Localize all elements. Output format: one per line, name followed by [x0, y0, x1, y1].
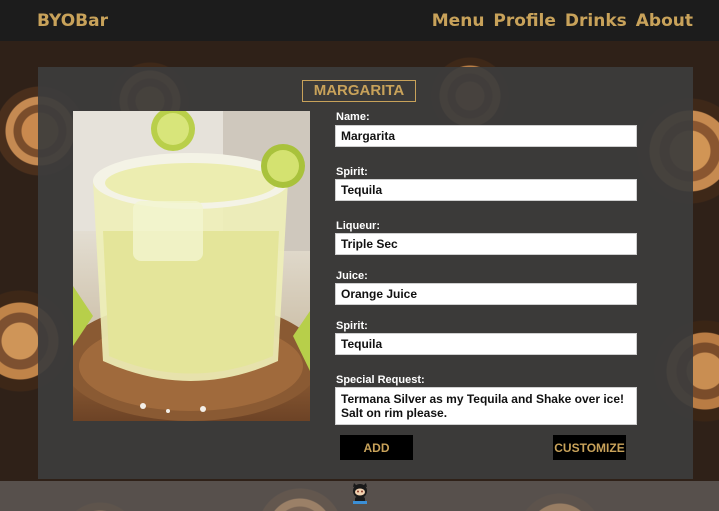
nav-menu[interactable]: Menu: [432, 11, 485, 31]
label-juice: Juice:: [336, 270, 368, 282]
customize-button[interactable]: CUSTOMIZE: [553, 435, 626, 460]
nav-about[interactable]: About: [636, 11, 693, 31]
label-liqueur: Liqueur:: [336, 220, 380, 232]
liqueur-field[interactable]: Triple Sec: [335, 233, 637, 255]
add-button[interactable]: ADD: [340, 435, 413, 460]
drink-photo: [73, 111, 310, 421]
brand-logo[interactable]: BYOBar: [37, 11, 108, 31]
name-field[interactable]: Margarita: [335, 125, 637, 147]
github-octocat-icon[interactable]: [350, 483, 370, 509]
top-navbar: BYOBar Menu Profile Drinks About: [0, 0, 719, 41]
juice-field[interactable]: Orange Juice: [335, 283, 637, 305]
nav-profile[interactable]: Profile: [493, 11, 555, 31]
drink-title: MARGARITA: [302, 80, 416, 102]
special-request-field[interactable]: Termana Silver as my Tequila and Shake o…: [335, 387, 637, 425]
margarita-image: [73, 111, 310, 421]
label-spirit: Spirit:: [336, 166, 368, 178]
label-name: Name:: [336, 111, 370, 123]
spirit-field[interactable]: Tequila: [335, 179, 637, 201]
main-nav: Menu Profile Drinks About: [432, 11, 693, 31]
nav-drinks[interactable]: Drinks: [565, 11, 627, 31]
label-special-request: Special Request:: [336, 374, 425, 386]
spirit-field-2[interactable]: Tequila: [335, 333, 637, 355]
footer: [0, 481, 719, 511]
label-spirit-2: Spirit:: [336, 320, 368, 332]
